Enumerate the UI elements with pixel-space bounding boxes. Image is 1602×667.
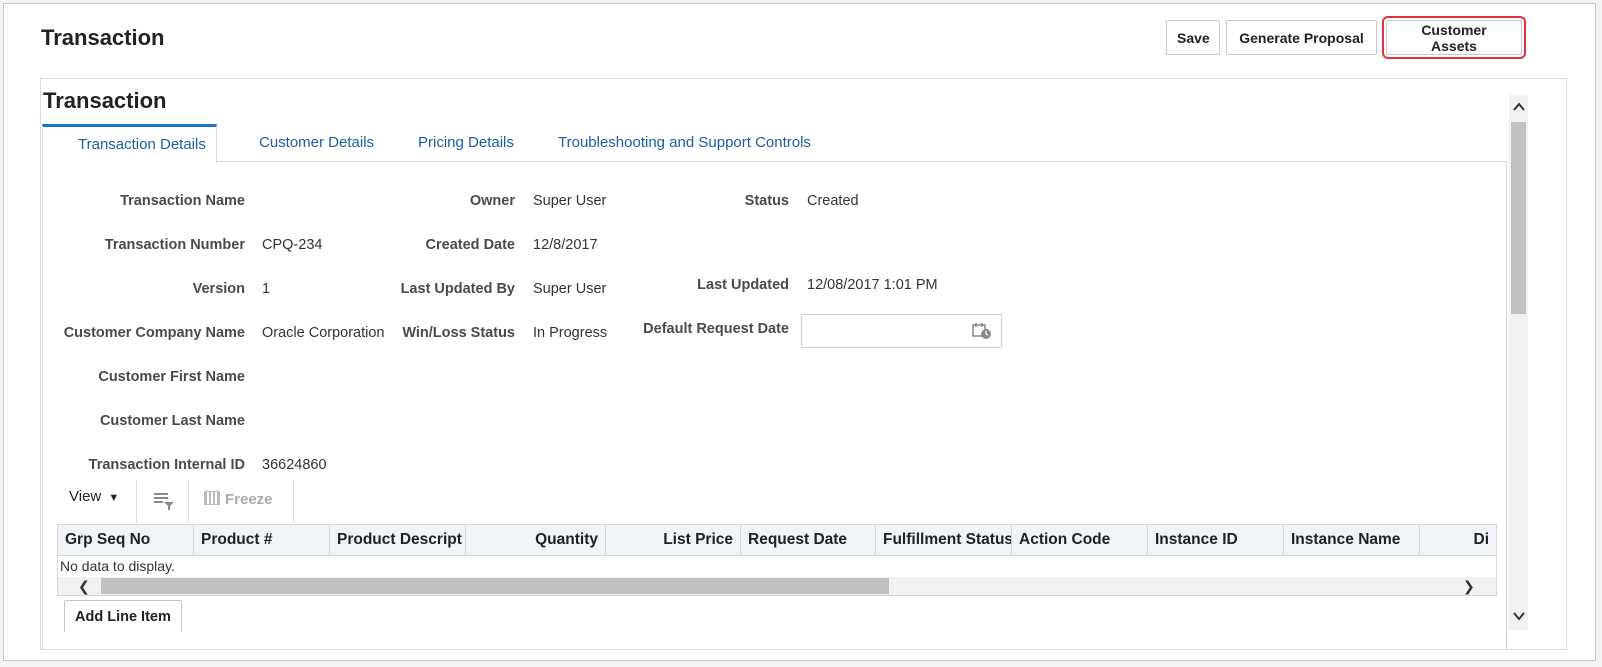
table-header: Grp Seq No Product # Product Descript Qu… xyxy=(58,525,1496,556)
created-date-value: 12/8/2017 xyxy=(533,237,598,253)
transaction-panel: Transaction Transaction Details Customer… xyxy=(40,78,1567,650)
main-window: Transaction Save Generate Proposal Custo… xyxy=(3,3,1596,661)
customer-last-name-label: Customer Last Name xyxy=(99,413,245,429)
freeze-label: Freeze xyxy=(225,491,273,508)
column-header-action-code[interactable]: Action Code xyxy=(1012,525,1148,556)
default-request-date-label: Default Request Date xyxy=(643,321,789,337)
win-loss-status-value: In Progress xyxy=(533,325,608,341)
column-header-instance-id[interactable]: Instance ID xyxy=(1148,525,1284,556)
transaction-name-label: Transaction Name xyxy=(120,193,245,209)
customer-first-name-label: Customer First Name xyxy=(98,369,245,385)
customer-company-name-label: Customer Company Name xyxy=(63,325,245,341)
transaction-internal-id-label: Transaction Internal ID xyxy=(88,457,245,473)
customer-company-name-value: Oracle Corporation xyxy=(262,325,385,341)
column-header-instance-name[interactable]: Instance Name xyxy=(1284,525,1420,556)
page-title: Transaction xyxy=(41,25,165,50)
horizontal-scrollbar[interactable]: ❮ ❯ xyxy=(58,577,1496,595)
calendar-icon[interactable] xyxy=(972,322,992,340)
toolbar-divider xyxy=(136,480,137,523)
grid-toolbar: View ▼ Freeze xyxy=(57,480,297,523)
transaction-internal-id-value: 36624860 xyxy=(262,457,327,473)
tab-bar: Transaction Details Customer Details Pri… xyxy=(42,124,1507,163)
empty-table-message: No data to display. xyxy=(60,558,175,574)
panel-title: Transaction xyxy=(43,88,167,113)
transaction-number-label: Transaction Number xyxy=(104,237,245,253)
version-value: 1 xyxy=(262,281,271,297)
status-label: Status xyxy=(744,193,789,209)
version-label: Version xyxy=(192,281,245,297)
column-header-di[interactable]: Di xyxy=(1420,525,1496,556)
last-updated-label: Last Updated xyxy=(697,277,789,293)
vertical-scrollbar[interactable] xyxy=(1509,95,1528,630)
status-value: Created xyxy=(807,193,859,209)
scroll-left-icon[interactable]: ❮ xyxy=(78,577,90,595)
column-header-request-date[interactable]: Request Date xyxy=(741,525,876,556)
add-line-item-button[interactable]: Add Line Item xyxy=(64,600,182,632)
default-request-date-input[interactable] xyxy=(801,314,1002,348)
filter-icon[interactable] xyxy=(153,491,175,511)
customer-assets-button[interactable]: Customer Assets xyxy=(1382,16,1526,59)
generate-proposal-button[interactable]: Generate Proposal xyxy=(1226,20,1377,55)
line-items-table: Grp Seq No Product # Product Descript Qu… xyxy=(57,524,1497,596)
column-header-list-price[interactable]: List Price xyxy=(606,525,741,556)
view-menu[interactable]: View ▼ xyxy=(69,488,119,505)
scroll-down-icon[interactable] xyxy=(1512,609,1526,623)
last-updated-by-label: Last Updated By xyxy=(400,281,515,297)
column-header-product-description[interactable]: Product Descript xyxy=(330,525,466,556)
dropdown-arrow-icon: ▼ xyxy=(108,492,120,504)
transaction-details-content: Transaction Name Transaction Number CPQ-… xyxy=(42,162,1507,650)
scroll-up-icon[interactable] xyxy=(1512,100,1526,114)
freeze-columns-icon xyxy=(204,491,220,505)
tab-customer-details[interactable]: Customer Details xyxy=(259,124,374,162)
column-header-quantity[interactable]: Quantity xyxy=(466,525,606,556)
column-header-grp-seq-no[interactable]: Grp Seq No xyxy=(58,525,194,556)
last-updated-by-value: Super User xyxy=(533,281,607,297)
tab-transaction-details[interactable]: Transaction Details xyxy=(42,124,217,163)
horizontal-scroll-thumb[interactable] xyxy=(101,578,889,594)
column-header-fulfillment-status[interactable]: Fulfillment Status xyxy=(876,525,1012,556)
transaction-number-value: CPQ-234 xyxy=(262,237,323,253)
owner-value: Super User xyxy=(533,193,607,209)
created-date-label: Created Date xyxy=(425,237,515,253)
toolbar-divider xyxy=(188,480,189,523)
last-updated-value: 12/08/2017 1:01 PM xyxy=(807,277,938,293)
tab-pricing-details[interactable]: Pricing Details xyxy=(418,124,514,162)
vertical-scroll-thumb[interactable] xyxy=(1511,122,1526,314)
freeze-button[interactable]: Freeze xyxy=(204,491,273,508)
tab-troubleshooting-support-controls[interactable]: Troubleshooting and Support Controls xyxy=(558,124,811,162)
scroll-right-icon[interactable]: ❯ xyxy=(1463,577,1475,595)
toolbar-divider xyxy=(293,480,294,523)
save-button[interactable]: Save xyxy=(1166,20,1220,55)
column-header-product-number[interactable]: Product # xyxy=(194,525,330,556)
view-menu-label: View xyxy=(69,488,102,505)
win-loss-status-label: Win/Loss Status xyxy=(402,325,515,341)
owner-label: Owner xyxy=(469,193,515,209)
